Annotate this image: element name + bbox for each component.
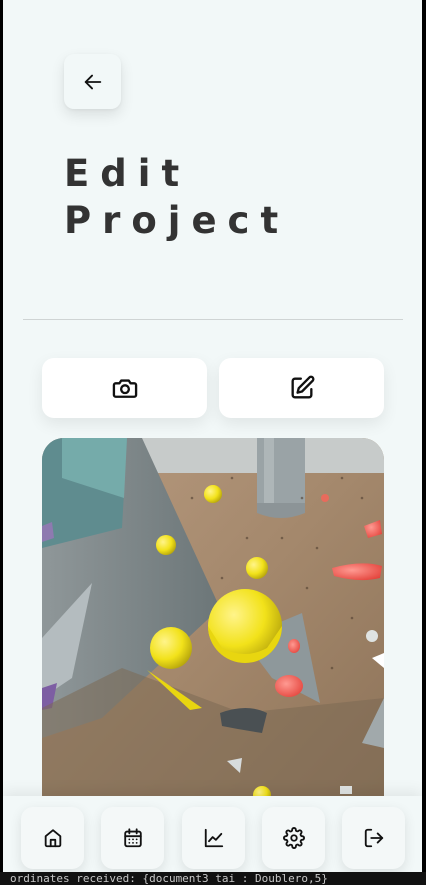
nav-stats-button[interactable]: [182, 807, 245, 869]
arrow-left-icon: [84, 74, 101, 89]
page-title-line-1: Edit: [64, 152, 191, 195]
nav-settings-button[interactable]: [262, 807, 325, 869]
nav-logout-button[interactable]: [342, 807, 405, 869]
nav-calendar-button[interactable]: [101, 807, 164, 869]
calendar-icon: [123, 828, 142, 848]
camera-button[interactable]: [42, 358, 207, 418]
page-title: Edit Project: [64, 150, 289, 244]
nav-home-button[interactable]: [21, 807, 84, 869]
project-photo: [42, 438, 384, 818]
chart-line-icon: [204, 828, 223, 848]
back-button[interactable]: [64, 54, 121, 109]
console-output: ordinates received: {document3 tai : Dou…: [0, 872, 426, 885]
climbing-wall-image: [42, 438, 384, 818]
page-title-line-2: Project: [64, 199, 290, 242]
divider: [23, 319, 403, 320]
app-screen: Edit Project: [3, 0, 422, 884]
edit-icon: [291, 375, 314, 399]
gear-icon: [282, 827, 305, 849]
edit-button[interactable]: [219, 358, 384, 418]
home-icon: [44, 829, 61, 848]
bottom-nav: [3, 796, 422, 884]
logout-icon: [364, 828, 383, 848]
camera-icon: [112, 379, 137, 398]
